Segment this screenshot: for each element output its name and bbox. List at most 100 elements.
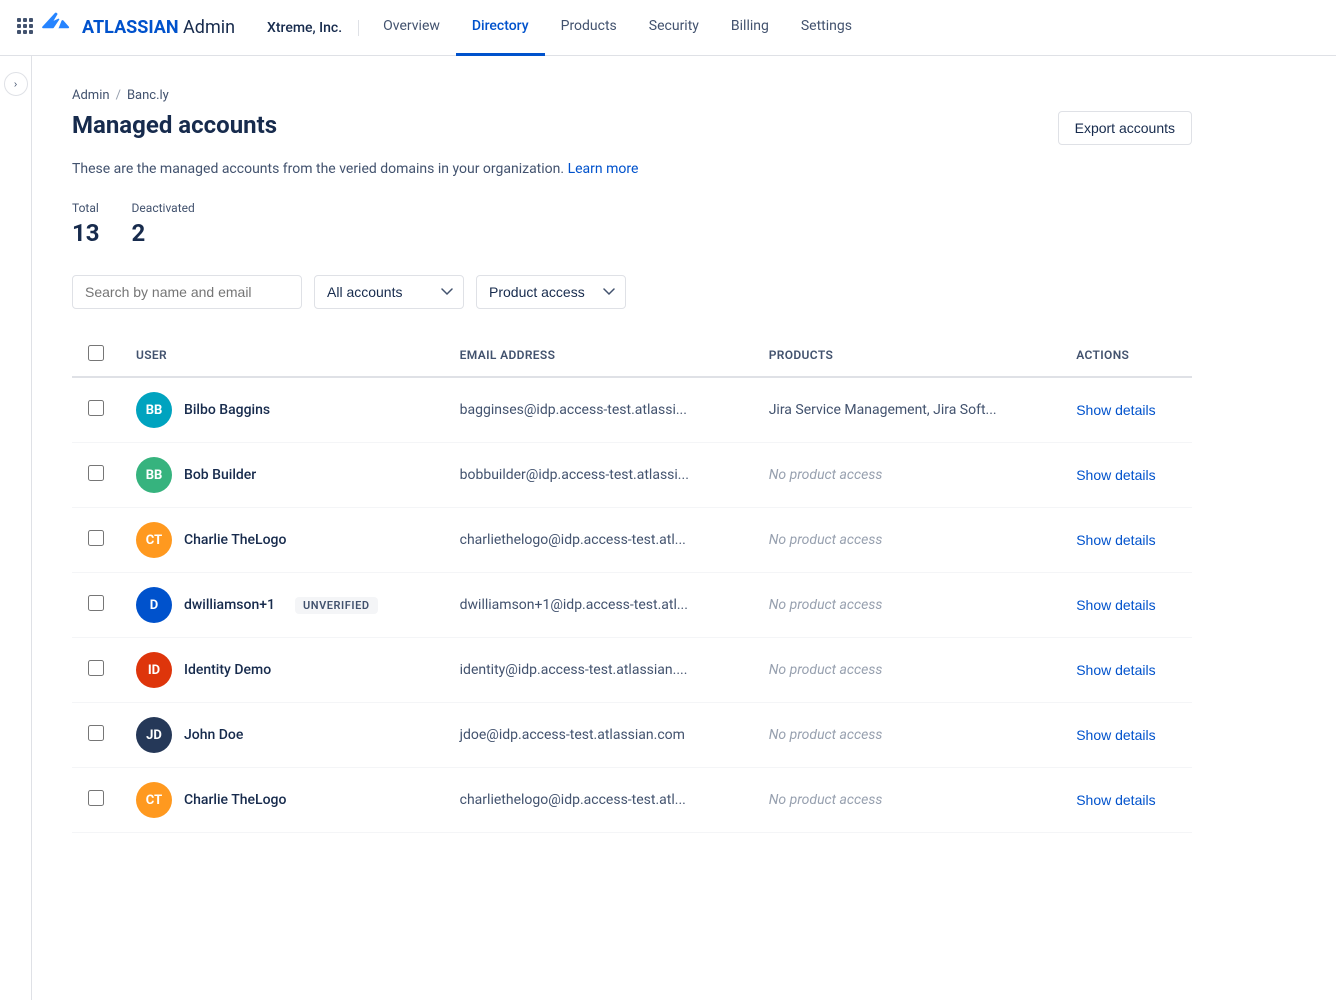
avatar: D — [136, 587, 172, 623]
user-name: Bilbo Baggins — [184, 402, 270, 418]
total-value: 13 — [72, 219, 100, 247]
email-cell: jdoe@idp.access-test.atlassian.com — [444, 703, 753, 768]
email-cell: identity@idp.access-test.atlassian.... — [444, 638, 753, 703]
grid-icon[interactable] — [16, 17, 34, 39]
breadcrumb-admin[interactable]: Admin — [72, 88, 110, 103]
action-cell: Show details — [1060, 573, 1192, 638]
action-cell: Show details — [1060, 638, 1192, 703]
nav-settings[interactable]: Settings — [785, 0, 868, 56]
total-stat: Total 13 — [72, 201, 100, 247]
breadcrumb: Admin / Banc.ly — [72, 88, 1192, 103]
main-content: Admin / Banc.ly Managed accounts Export … — [32, 56, 1232, 1000]
user-name: Charlie TheLogo — [184, 532, 286, 548]
user-name: John Doe — [184, 727, 243, 743]
action-cell: Show details — [1060, 377, 1192, 443]
avatar: BB — [136, 392, 172, 428]
user-cell: CT Charlie TheLogo — [120, 768, 444, 833]
show-details-button[interactable]: Show details — [1076, 402, 1155, 418]
email-cell: bagginses@idp.access-test.atlassi... — [444, 377, 753, 443]
avatar: CT — [136, 782, 172, 818]
email-column-header: Email address — [444, 333, 753, 377]
unverified-badge: UNVERIFIED — [295, 597, 378, 614]
table-row: BB Bilbo Baggins bagginses@idp.access-test… — [72, 377, 1192, 443]
page-description: These are the managed accounts from the … — [72, 161, 1192, 177]
select-all-header — [72, 333, 120, 377]
org-name[interactable]: Xtreme, Inc. — [251, 20, 359, 36]
action-cell: Show details — [1060, 443, 1192, 508]
nav-directory[interactable]: Directory — [456, 0, 545, 56]
user-cell: JD John Doe — [120, 703, 444, 768]
products-cell: No product access — [753, 638, 1061, 703]
row-select-checkbox[interactable] — [88, 400, 104, 416]
avatar: ID — [136, 652, 172, 688]
user-cell: BB Bilbo Baggins — [120, 377, 444, 443]
action-cell: Show details — [1060, 508, 1192, 573]
nav-overview[interactable]: Overview — [367, 0, 456, 56]
user-cell: CT Charlie TheLogo — [120, 508, 444, 573]
search-input[interactable] — [72, 275, 302, 309]
avatar: CT — [136, 522, 172, 558]
layout: › Admin / Banc.ly Managed accounts Expor… — [0, 56, 1336, 1000]
deactivated-value: 2 — [132, 219, 195, 247]
row-select-checkbox[interactable] — [88, 725, 104, 741]
show-details-button[interactable]: Show details — [1076, 792, 1155, 808]
nav-products[interactable]: Products — [545, 0, 633, 56]
email-cell: dwilliamson+1@idp.access-test.atl... — [444, 573, 753, 638]
avatar: JD — [136, 717, 172, 753]
email-cell: bobbuilder@idp.access-test.atlassi... — [444, 443, 753, 508]
user-name: dwilliamson+1 — [184, 597, 275, 613]
row-checkbox-cell — [72, 768, 120, 833]
row-select-checkbox[interactable] — [88, 660, 104, 676]
breadcrumb-current: Banc.ly — [127, 88, 169, 103]
row-select-checkbox[interactable] — [88, 595, 104, 611]
app-title: ATLASSIAN Admin — [82, 17, 235, 38]
email-cell: charliethelogo@idp.access-test.atl... — [444, 768, 753, 833]
learn-more-link[interactable]: Learn more — [568, 161, 639, 177]
row-select-checkbox[interactable] — [88, 530, 104, 546]
actions-column-header: Actions — [1060, 333, 1192, 377]
products-cell: No product access — [753, 573, 1061, 638]
user-cell: Ddwilliamson+1 UNVERIFIED — [120, 573, 444, 638]
breadcrumb-separator: / — [116, 88, 121, 103]
sidebar-toggle-button[interactable]: › — [4, 72, 28, 96]
table-row: BB Bob Builder bobbuilder@idp.access-test.… — [72, 443, 1192, 508]
table-row: CT Charlie TheLogo charliethelogo@idp.acce… — [72, 508, 1192, 573]
total-label: Total — [72, 201, 100, 215]
nav-billing[interactable]: Billing — [715, 0, 785, 56]
atlassian-logo: ATLASSIAN Admin — [42, 12, 235, 44]
select-all-checkbox[interactable] — [88, 345, 104, 361]
products-cell: No product access — [753, 443, 1061, 508]
accounts-filter-select[interactable]: All accounts — [314, 275, 464, 309]
user-cell: BB Bob Builder — [120, 443, 444, 508]
products-cell: No product access — [753, 508, 1061, 573]
product-access-filter-select[interactable]: Product access — [476, 275, 626, 309]
user-cell: IDIdentity Demo — [120, 638, 444, 703]
table-row: Ddwilliamson+1 UNVERIFIED dwilliamson+1@id… — [72, 573, 1192, 638]
table-body: BB Bilbo Baggins bagginses@idp.access-test… — [72, 377, 1192, 833]
products-cell: No product access — [753, 703, 1061, 768]
row-select-checkbox[interactable] — [88, 465, 104, 481]
email-cell: charliethelogo@idp.access-test.atl... — [444, 508, 753, 573]
show-details-button[interactable]: Show details — [1076, 532, 1155, 548]
table-row: IDIdentity Demoidentity@idp.access-test.… — [72, 638, 1192, 703]
avatar: BB — [136, 457, 172, 493]
show-details-button[interactable]: Show details — [1076, 727, 1155, 743]
show-details-button[interactable]: Show details — [1076, 662, 1155, 678]
export-accounts-button[interactable]: Export accounts — [1058, 111, 1192, 145]
user-name: Bob Builder — [184, 467, 256, 483]
products-column-header: Products — [753, 333, 1061, 377]
page-title: Managed accounts — [72, 111, 277, 139]
deactivated-label: Deactivated — [132, 201, 195, 215]
row-select-checkbox[interactable] — [88, 790, 104, 806]
show-details-button[interactable]: Show details — [1076, 597, 1155, 613]
nav-security[interactable]: Security — [633, 0, 715, 56]
row-checkbox-cell — [72, 703, 120, 768]
row-checkbox-cell — [72, 573, 120, 638]
deactivated-stat: Deactivated 2 — [132, 201, 195, 247]
stats-section: Total 13 Deactivated 2 — [72, 201, 1192, 247]
page-header: Managed accounts Export accounts — [72, 111, 1192, 145]
user-name: Charlie TheLogo — [184, 792, 286, 808]
nav-links: Overview Directory Products Security Bil… — [367, 0, 868, 56]
row-checkbox-cell — [72, 377, 120, 443]
show-details-button[interactable]: Show details — [1076, 467, 1155, 483]
